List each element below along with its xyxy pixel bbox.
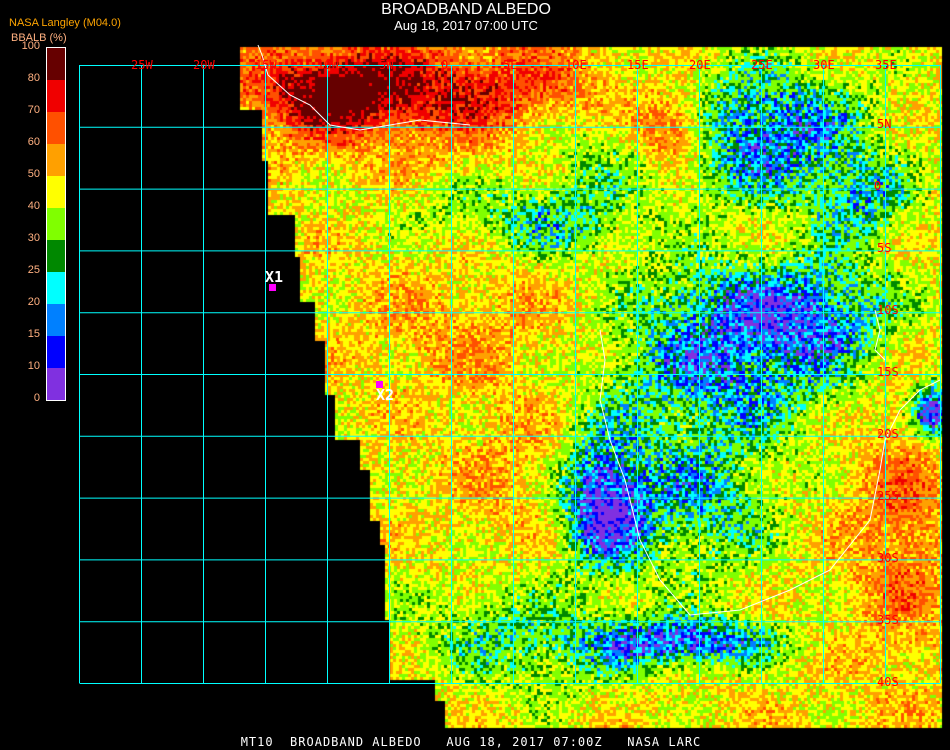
legend-tick-label: 0 <box>33 392 40 404</box>
longitude-label: 15W <box>255 58 277 72</box>
latitude-label: 5N <box>877 117 892 131</box>
latitude-label: 30S <box>877 551 899 565</box>
legend-bin <box>47 208 65 240</box>
legend-tick-label: 100 <box>21 40 40 52</box>
longitude-label: 10E <box>565 58 587 72</box>
footer-caption: MT10 BROADBAND ALBEDO AUG 18, 2017 07:00… <box>240 735 702 749</box>
map-title: BROADBAND ALBEDO <box>381 1 551 18</box>
longitude-label: 5E <box>503 58 518 72</box>
marker-x2[interactable] <box>376 381 383 388</box>
longitude-label: 5W <box>379 58 394 72</box>
longitude-label: 10W <box>317 58 339 72</box>
legend-bin <box>47 272 65 304</box>
longitude-label: 25W <box>131 58 153 72</box>
latitude-label: 5S <box>877 241 892 255</box>
longitude-label: 15E <box>627 58 649 72</box>
legend-tick-label: 80 <box>27 72 40 84</box>
legend-tick-label: 60 <box>27 136 40 148</box>
latitude-label: 10S <box>877 303 899 317</box>
latitude-label: 0 <box>874 179 882 193</box>
longitude-label: 35E <box>875 58 897 72</box>
legend-bin <box>47 144 65 176</box>
legend-bin <box>47 48 65 80</box>
longitude-label: 30E <box>813 58 835 72</box>
legend-tick-label: 70 <box>27 104 40 116</box>
legend-bin <box>47 336 65 368</box>
coastline <box>874 309 886 361</box>
latitude-label: 20S <box>877 427 899 441</box>
legend-bin <box>47 112 65 144</box>
legend-tick-label: 40 <box>27 200 40 212</box>
longitude-label: 0 <box>441 58 449 72</box>
color-legend-bar <box>46 47 66 401</box>
longitude-label: 25E <box>751 58 773 72</box>
coastline <box>257 44 471 131</box>
legend-tick-label: 20 <box>27 296 40 308</box>
legend-bin <box>47 368 65 400</box>
legend-tick-label: 50 <box>27 168 40 180</box>
longitude-label: 20W <box>193 58 215 72</box>
latitude-label: 25S <box>877 489 899 503</box>
latitude-label: 35S <box>877 613 899 627</box>
legend-bin <box>47 240 65 272</box>
marker-x2-label: X2 <box>376 386 395 404</box>
marker-x1[interactable] <box>269 284 276 291</box>
legend-tick-label: 10 <box>27 360 40 372</box>
legend-tick-label: 30 <box>27 232 40 244</box>
legend-bin <box>47 80 65 112</box>
source-label: NASA Langley (M04.0) <box>9 17 121 29</box>
latitude-label: 15S <box>877 365 899 379</box>
legend-tick-label: 25 <box>27 264 40 276</box>
longitude-label: 20E <box>689 58 711 72</box>
legend-tick-label: 15 <box>27 328 40 340</box>
latitude-label: 40S <box>877 675 899 689</box>
legend-bin <box>47 176 65 208</box>
legend-bin <box>47 304 65 336</box>
lat-lon-grid <box>79 44 941 684</box>
map-timestamp: Aug 18, 2017 07:00 UTC <box>394 18 538 33</box>
